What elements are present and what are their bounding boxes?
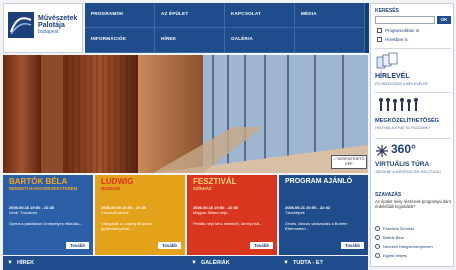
bottom-did-you-know-label: TUDTA - E? xyxy=(293,260,323,266)
radio-icon[interactable] xyxy=(375,226,380,231)
poll-option-label: Bartók Béla xyxy=(383,235,404,240)
poll-option[interactable]: Bartók Béla xyxy=(375,235,404,240)
nav-galeria[interactable]: GALÉRIA xyxy=(225,28,295,53)
card-text: Opera a palotában ünnepélyes előadás... xyxy=(9,221,83,226)
card-event: Verdi: Trovatore xyxy=(9,210,38,215)
nav-az-epulet[interactable]: AZ ÉPÜLET xyxy=(155,3,225,28)
radio-icon[interactable] xyxy=(375,235,380,240)
bottom-galleries[interactable]: ▼ GALÉRIÁK xyxy=(187,256,277,270)
nav-programok[interactable]: PROGRAMOK xyxy=(85,3,155,28)
card-subtitle: NEMZETI HANGVERSENYTEREM xyxy=(9,186,78,191)
checkbox-icon[interactable] xyxy=(377,28,382,33)
poll-title: SZAVAZÁS xyxy=(375,192,402,198)
card-text: Zenés, táncos varázsolás a Bohém Étterme… xyxy=(285,221,348,231)
arrow-down-icon: ▼ xyxy=(191,260,197,266)
newsletter-icon xyxy=(376,52,398,69)
site-logo[interactable]: Művészetek Palotája budapest xyxy=(3,3,83,53)
checkbox-programs-label: Programokban is xyxy=(385,28,420,33)
main-navigation: PROGRAMOK AZ ÉPÜLET KAPCSOLAT MÉDIA INFO… xyxy=(85,3,365,53)
logo-line2: Palotája xyxy=(38,22,65,29)
bottom-galleries-label: GALÉRIÁK xyxy=(201,260,230,266)
card-subtitle: MÚZEUM xyxy=(101,186,120,191)
people-walking-icon xyxy=(379,98,418,111)
page: Művészetek Palotája budapest PROGRAMOK A… xyxy=(0,0,456,270)
card-ludwig[interactable]: LUDWIG MÚZEUM 2006.09.09 10:00 - 22:30 F… xyxy=(95,175,185,255)
card-title: BARTÓK BÉLA xyxy=(9,177,68,186)
more-button[interactable]: Tovább xyxy=(341,242,364,249)
card-fesztival[interactable]: FESZTIVÁL SZÍNHÁZ 2006.09.16 19:00 - 22:… xyxy=(187,175,277,255)
poll-option[interactable]: Fesztivál Színház xyxy=(375,226,414,231)
nav-empty xyxy=(295,28,365,53)
snowflake-icon xyxy=(376,145,388,157)
access-block[interactable]: MEGKÖZELÍTHETŐSÉG HOGYAN JUTHAT EL HOZZÁ… xyxy=(375,92,451,136)
search-ok-button[interactable]: OK xyxy=(437,16,451,24)
search-title: KERESÉS xyxy=(375,8,399,14)
more-button[interactable]: Tovább xyxy=(250,242,273,249)
poll-option-label: Fesztivál Színház xyxy=(383,226,415,231)
radio-icon[interactable] xyxy=(375,244,380,249)
arrow-down-icon: ▼ xyxy=(7,260,13,266)
access-title: MEGKÖZELÍTHETŐSÉG xyxy=(375,118,440,124)
poll-option[interactable]: Nemzeti Hangversenyterem xyxy=(375,244,433,249)
enlarge-image-label: NÖVESZTHETŐ KÉP xyxy=(337,157,365,166)
nav-media[interactable]: MÉDIA xyxy=(295,3,365,28)
poll-option-label: Nemzeti Hangversenyterem xyxy=(383,244,433,249)
card-text: Példák népi tánc estekből, ünnepi bál... xyxy=(193,221,263,226)
arrow-down-icon: ▼ xyxy=(283,260,289,266)
tour-title: VIRTUÁLIS TÚRA xyxy=(375,161,430,168)
bottom-bar: ▼ HÍREK ▼ GALÉRIÁK ▼ TUDTA - E? xyxy=(3,256,368,270)
virtual-tour-block[interactable]: 360° VIRTUÁLIS TÚRA JÁRJA BE A MŰVÉSZETE… xyxy=(375,138,451,188)
search-input[interactable] xyxy=(375,16,435,24)
nav-hirek[interactable]: HÍREK xyxy=(155,28,225,53)
card-title: FESZTIVÁL xyxy=(193,177,237,186)
card-title: PROGRAM AJÁNLÓ xyxy=(285,178,353,185)
bottom-did-you-know[interactable]: ▼ TUDTA - E? xyxy=(279,256,368,270)
card-program-ajanlo[interactable]: PROGRAM AJÁNLÓ 2006.09.21 20:00 - 22:02 … xyxy=(279,175,368,255)
sidebar: KERESÉS OK Programokban is Hírekben is H… xyxy=(370,3,454,267)
card-event: Magyar Állami népi... xyxy=(193,210,231,215)
newsletter-title: HÍRLEVÉL xyxy=(375,73,410,80)
poll-question: Az épület mely részének programjai iránt… xyxy=(375,199,451,209)
newsletter-block[interactable]: HÍRLEVÉL FELIRATKOZÁS A HÍRLEVÉLRE xyxy=(375,48,451,90)
enlarge-image-button[interactable]: ⤢ NÖVESZTHETŐ KÉP xyxy=(331,155,367,169)
checkbox-programs[interactable]: Programokban is xyxy=(377,28,419,33)
poll-option-label: Egyéb helyek xyxy=(383,253,408,258)
nav-kapcsolat[interactable]: KAPCSOLAT xyxy=(225,3,295,28)
radio-icon[interactable] xyxy=(375,253,380,258)
hero-illustration xyxy=(3,55,368,173)
card-bartok[interactable]: BARTÓK BÉLA NEMZETI HANGVERSENYTEREM 200… xyxy=(3,175,93,255)
card-text: Válogatás a Ludwig Múzeum gyűjteményéből… xyxy=(101,221,153,231)
bottom-news[interactable]: ▼ HÍREK xyxy=(3,256,123,270)
poll-option[interactable]: Egyéb helyek xyxy=(375,253,407,258)
more-button[interactable]: Tovább xyxy=(158,242,181,249)
card-title: LUDWIG xyxy=(101,177,134,186)
more-button[interactable]: Tovább xyxy=(66,242,89,249)
logo-mark-icon xyxy=(8,12,34,38)
logo-line1: Művészetek xyxy=(38,15,78,22)
checkbox-news[interactable]: Hírekben is xyxy=(377,37,408,42)
tour-subtitle: JÁRJA BE A MŰVÉSZETEK PALOTÁJÁT xyxy=(375,170,442,174)
poll: SZAVAZÁS Az épület mely részének program… xyxy=(375,192,451,209)
nav-edge xyxy=(365,3,369,53)
card-subtitle: SZÍNHÁZ xyxy=(193,186,212,191)
checkbox-icon[interactable] xyxy=(377,37,382,42)
card-event: Táncképek xyxy=(285,210,305,215)
tour-360: 360° xyxy=(391,142,416,156)
checkbox-news-label: Hírekben is xyxy=(385,37,408,42)
hero-image[interactable]: ⤢ NÖVESZTHETŐ KÉP xyxy=(3,55,368,173)
card-event: Fesztivál nézeti xyxy=(101,210,129,215)
logo-line3: budapest xyxy=(38,29,59,35)
newsletter-subtitle: FELIRATKOZÁS A HÍRLEVÉLRE xyxy=(375,82,429,86)
bottom-news-label: HÍREK xyxy=(17,260,35,266)
nav-informaciok[interactable]: INFORMÁCIÓK xyxy=(85,28,155,53)
access-subtitle: HOGYAN JUTHAT EL HOZZÁNK? xyxy=(375,126,431,130)
